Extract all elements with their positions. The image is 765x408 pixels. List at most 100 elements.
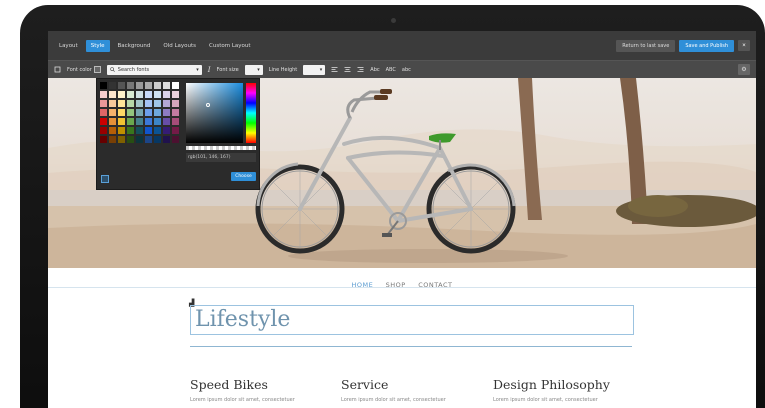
color-swatch[interactable] bbox=[172, 118, 179, 125]
color-swatch[interactable] bbox=[109, 100, 116, 107]
color-swatch[interactable] bbox=[100, 109, 107, 116]
color-swatch[interactable] bbox=[127, 136, 134, 143]
color-swatch[interactable] bbox=[163, 91, 170, 98]
align-left-icon[interactable] bbox=[331, 66, 338, 73]
color-swatch[interactable] bbox=[145, 127, 152, 134]
color-swatch[interactable] bbox=[154, 91, 161, 98]
color-swatch[interactable] bbox=[136, 91, 143, 98]
tab-layout[interactable]: Layout bbox=[54, 40, 83, 52]
color-swatch[interactable] bbox=[154, 109, 161, 116]
color-swatch[interactable] bbox=[109, 82, 116, 89]
align-right-icon[interactable] bbox=[357, 66, 364, 73]
color-swatch[interactable] bbox=[145, 100, 152, 107]
color-swatch[interactable] bbox=[163, 109, 170, 116]
color-swatch[interactable] bbox=[136, 109, 143, 116]
font-search-select[interactable]: Search fonts ▾ bbox=[106, 64, 202, 75]
color-swatch[interactable] bbox=[154, 127, 161, 134]
color-swatch[interactable] bbox=[154, 136, 161, 143]
rgb-value-input[interactable]: rgb(101, 146, 167) bbox=[186, 153, 256, 162]
tab-style[interactable]: Style bbox=[85, 39, 110, 52]
color-swatch[interactable] bbox=[154, 100, 161, 107]
color-swatch[interactable] bbox=[127, 118, 134, 125]
color-swatch[interactable] bbox=[136, 118, 143, 125]
color-swatch[interactable] bbox=[145, 82, 152, 89]
opacity-slider[interactable] bbox=[186, 146, 256, 150]
color-swatch[interactable] bbox=[154, 82, 161, 89]
case-upper-button[interactable]: ABC bbox=[386, 67, 396, 73]
color-swatch[interactable] bbox=[127, 109, 134, 116]
color-swatch[interactable] bbox=[172, 91, 179, 98]
color-swatch[interactable] bbox=[118, 118, 125, 125]
save-and-publish-button[interactable]: Save and Publish bbox=[679, 39, 734, 52]
color-swatch-grid[interactable] bbox=[100, 82, 179, 143]
line-height-select[interactable]: ▾ bbox=[303, 64, 326, 75]
color-swatch[interactable] bbox=[109, 136, 116, 143]
close-button[interactable]: × bbox=[738, 40, 750, 51]
color-gradient-field[interactable] bbox=[186, 83, 243, 143]
color-swatch[interactable] bbox=[100, 127, 107, 134]
return-to-last-save-button[interactable]: Return to last save bbox=[616, 39, 676, 52]
color-swatch[interactable] bbox=[127, 127, 134, 134]
font-color-control[interactable]: Font color bbox=[67, 66, 101, 73]
color-swatch[interactable] bbox=[163, 118, 170, 125]
eyedropper-icon[interactable] bbox=[101, 175, 109, 183]
color-swatch[interactable] bbox=[118, 91, 125, 98]
italic-button[interactable]: I bbox=[208, 66, 211, 74]
color-swatch[interactable] bbox=[100, 82, 107, 89]
color-swatch[interactable] bbox=[154, 118, 161, 125]
color-swatch[interactable] bbox=[118, 82, 125, 89]
color-swatch[interactable] bbox=[109, 109, 116, 116]
color-swatch[interactable] bbox=[136, 100, 143, 107]
case-lower-button[interactable]: abc bbox=[402, 67, 411, 73]
color-swatch[interactable] bbox=[118, 127, 125, 134]
color-swatch[interactable] bbox=[100, 136, 107, 143]
column-heading[interactable]: Design Philosophy bbox=[493, 377, 633, 392]
color-swatch[interactable] bbox=[118, 136, 125, 143]
column-text[interactable]: Lorem ipsum dolor sit amet, consectetuer bbox=[341, 397, 481, 403]
color-swatch[interactable] bbox=[172, 100, 179, 107]
color-swatch[interactable] bbox=[109, 127, 116, 134]
color-swatch[interactable] bbox=[172, 136, 179, 143]
color-swatch[interactable] bbox=[163, 100, 170, 107]
color-swatch[interactable] bbox=[136, 82, 143, 89]
column-text[interactable]: Lorem ipsum dolor sit amet, consectetuer bbox=[493, 397, 633, 403]
case-title-button[interactable]: Abc bbox=[370, 67, 379, 73]
hue-slider[interactable] bbox=[246, 83, 256, 143]
color-swatch[interactable] bbox=[163, 136, 170, 143]
settings-icon[interactable]: ⚙ bbox=[738, 64, 750, 75]
color-swatch[interactable] bbox=[145, 91, 152, 98]
color-swatch[interactable] bbox=[172, 109, 179, 116]
text-style-icon[interactable] bbox=[54, 66, 61, 73]
color-swatch[interactable] bbox=[163, 82, 170, 89]
font-size-select[interactable]: ▾ bbox=[244, 64, 263, 75]
page-title[interactable]: Lifestyle bbox=[195, 307, 290, 332]
color-swatch[interactable] bbox=[172, 82, 179, 89]
align-center-icon[interactable] bbox=[344, 66, 351, 73]
color-selector-handle[interactable] bbox=[206, 103, 210, 107]
color-swatch[interactable] bbox=[100, 118, 107, 125]
color-swatch[interactable] bbox=[136, 127, 143, 134]
tab-custom-layout[interactable]: Custom Layout bbox=[204, 40, 256, 52]
color-swatch[interactable] bbox=[145, 118, 152, 125]
column-text[interactable]: Lorem ipsum dolor sit amet, consectetuer bbox=[190, 397, 330, 403]
page-title-editor[interactable]: Lifestyle bbox=[190, 305, 634, 335]
color-swatch[interactable] bbox=[109, 118, 116, 125]
choose-color-button[interactable]: Choose bbox=[231, 172, 256, 181]
color-swatch[interactable] bbox=[118, 100, 125, 107]
tab-old-layouts[interactable]: Old Layouts bbox=[158, 40, 201, 52]
color-swatch[interactable] bbox=[100, 100, 107, 107]
column-heading[interactable]: Speed Bikes bbox=[190, 377, 330, 392]
color-swatch[interactable] bbox=[163, 127, 170, 134]
color-swatch[interactable] bbox=[127, 82, 134, 89]
color-swatch[interactable] bbox=[136, 136, 143, 143]
color-swatch[interactable] bbox=[127, 91, 134, 98]
font-color-swatch-icon[interactable] bbox=[93, 66, 101, 73]
color-swatch[interactable] bbox=[100, 91, 107, 98]
tab-background[interactable]: Background bbox=[113, 40, 156, 52]
color-swatch[interactable] bbox=[109, 91, 116, 98]
color-swatch[interactable] bbox=[145, 109, 152, 116]
color-swatch[interactable] bbox=[118, 109, 125, 116]
column-heading[interactable]: Service bbox=[341, 377, 481, 392]
color-swatch[interactable] bbox=[172, 127, 179, 134]
color-swatch[interactable] bbox=[145, 136, 152, 143]
